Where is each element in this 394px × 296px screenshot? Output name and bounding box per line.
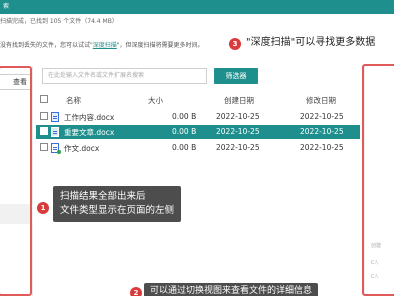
left-panel-highlight	[0, 66, 32, 296]
deep-scan-link[interactable]: 深度扫描	[93, 42, 117, 49]
word-doc-icon	[51, 112, 59, 122]
annotation-1-line-1: 扫描结果全部出来后	[60, 191, 146, 202]
file-name: 重要文章.docx	[64, 128, 115, 137]
row-checkbox[interactable]	[40, 127, 48, 135]
header-name[interactable]: 名称	[66, 95, 81, 106]
scan-status: 扫描完成，已找到 105 个文件（74.4 MB）	[0, 18, 118, 25]
file-size: 0.00 B	[172, 112, 197, 121]
annotation-2-callout: 可以通过切换视图来查看文件的详细信息	[144, 283, 319, 296]
annotation-2-text: 可以通过切换视图来查看文件的详细信息	[150, 286, 313, 296]
file-modified: 2022-10-25	[300, 143, 344, 152]
row-checkbox[interactable]	[40, 143, 48, 151]
file-created: 2022-10-25	[216, 112, 260, 121]
hint-suffix: "，但深度扫描将需要更多时间。	[116, 42, 204, 49]
window-title: 索	[3, 3, 10, 10]
table-row[interactable]: 工作内容.docx 0.00 B 2022-10-25 2022-10-25	[36, 110, 360, 124]
annotation-3-badge: 3	[229, 38, 241, 50]
table-row[interactable]: 重要文章.docx 0.00 B 2022-10-25 2022-10-25	[36, 125, 360, 139]
file-modified: 2022-10-25	[300, 112, 344, 121]
hint-prefix: 没有找到丢失的文件，您可以试试"	[0, 42, 93, 49]
deep-scan-hint: 没有找到丢失的文件，您可以试试"深度扫描"，但深度扫描将需要更多时间。	[0, 40, 204, 49]
file-modified: 2022-10-25	[300, 127, 344, 136]
annotation-3-text: "深度扫描"可以寻找更多数据	[246, 37, 376, 48]
file-size: 0.00 B	[172, 143, 197, 152]
file-size: 0.00 B	[172, 127, 197, 136]
annotation-3-callout: "深度扫描"可以寻找更多数据	[246, 36, 375, 50]
title-bar: 索	[0, 0, 394, 14]
header-size[interactable]: 大小	[148, 95, 163, 106]
filter-button[interactable]: 筛选器	[214, 68, 258, 84]
annotation-2-badge: 2	[130, 287, 142, 296]
file-created: 2022-10-25	[216, 143, 260, 152]
header-modified[interactable]: 修改日期	[306, 95, 336, 106]
file-name: 作文.docx	[64, 144, 100, 153]
annotation-1-line-2: 文件类型显示在页面的左侧	[60, 205, 175, 216]
search-input[interactable]: 在此处输入文件名或文件扩展名搜索	[42, 68, 207, 84]
word-doc-icon	[51, 127, 59, 137]
file-name: 工作内容.docx	[64, 113, 115, 122]
annotation-1-badge: 1	[37, 202, 49, 214]
select-all-checkbox[interactable]	[40, 95, 48, 103]
word-doc-icon	[51, 143, 61, 154]
row-checkbox[interactable]	[40, 112, 48, 120]
table-header: 名称 大小 创建日期 修改日期	[36, 92, 360, 108]
table-row[interactable]: 作文.docx 0.00 B 2022-10-25 2022-10-25	[36, 141, 360, 155]
header-created[interactable]: 创建日期	[224, 95, 254, 106]
annotation-1-callout: 扫描结果全部出来后 文件类型显示在页面的左侧	[53, 186, 182, 222]
file-created: 2022-10-25	[216, 127, 260, 136]
right-panel-highlight	[362, 64, 394, 296]
